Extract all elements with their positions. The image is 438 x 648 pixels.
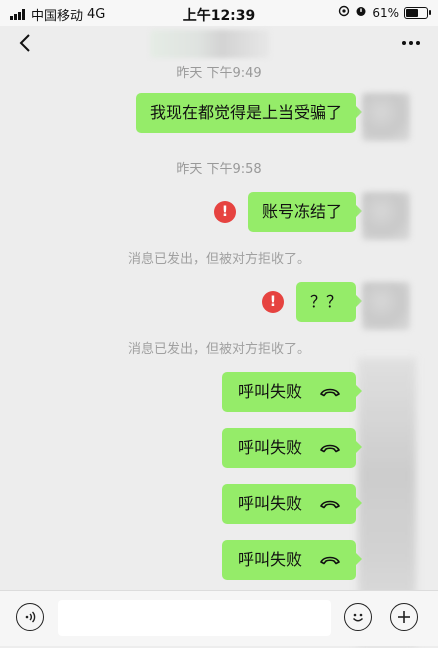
voice-icon <box>25 611 36 623</box>
phone-hangup-icon <box>320 388 340 397</box>
battery-icon <box>404 6 431 19</box>
voice-button[interactable] <box>16 603 44 631</box>
call-failed-bubble[interactable]: 呼叫失败 <box>221 372 363 412</box>
avatar[interactable] <box>362 282 410 330</box>
chat-area[interactable]: 昨天 下午9:49 我现在都觉得是上当受骗了 昨天 下午9:58 ! 账号冻结了… <box>0 58 438 648</box>
orientation-lock-icon <box>338 5 350 20</box>
call-status-label: 呼叫失败 <box>237 550 302 569</box>
status-bar: 中国移动 4G 上午12:39 61% <box>0 0 438 26</box>
rejected-notice: 消息已发出，但被对方拒收了。 <box>127 252 310 267</box>
message-bubble[interactable]: 账号冻结了 <box>247 192 363 232</box>
call-status-label: 呼叫失败 <box>237 438 302 457</box>
ellipsis-icon <box>402 41 420 45</box>
contact-name-blurred <box>150 30 270 58</box>
timestamp: 昨天 下午9:58 <box>176 162 262 177</box>
rejected-notice: 消息已发出，但被对方拒收了。 <box>127 342 310 357</box>
plus-button[interactable] <box>390 603 418 631</box>
send-failed-icon[interactable]: ! <box>213 201 236 223</box>
status-right: 61% <box>338 5 431 20</box>
call-failed-bubble[interactable]: 呼叫失败 <box>221 484 363 524</box>
alarm-icon <box>355 5 367 20</box>
call-row: 呼叫失败 <box>221 428 363 468</box>
message-input[interactable] <box>58 600 331 636</box>
timestamp: 昨天 下午9:49 <box>176 66 262 81</box>
call-row: 呼叫失败 <box>221 540 363 580</box>
message-bubble[interactable]: ？？ <box>295 282 363 322</box>
back-button[interactable] <box>18 32 32 60</box>
call-status-label: 呼叫失败 <box>237 382 302 401</box>
avatar[interactable] <box>362 192 410 240</box>
call-failed-bubble[interactable]: 呼叫失败 <box>221 540 363 580</box>
phone-hangup-icon <box>320 556 340 565</box>
emoji-icon <box>352 613 364 622</box>
emoji-button[interactable] <box>344 603 372 631</box>
message-row: 我现在都觉得是上当受骗了 <box>135 93 363 133</box>
avatar[interactable] <box>362 93 410 141</box>
message-bubble[interactable]: 我现在都觉得是上当受骗了 <box>135 93 363 133</box>
battery-percent: 61% <box>372 5 399 20</box>
message-row: ! ？？ <box>261 282 363 322</box>
input-bar <box>0 590 438 646</box>
phone-hangup-icon <box>320 500 340 509</box>
call-row: 呼叫失败 <box>221 372 363 412</box>
send-failed-icon[interactable]: ! <box>261 291 284 313</box>
more-button[interactable] <box>400 32 422 60</box>
phone-hangup-icon <box>320 444 340 453</box>
call-status-label: 呼叫失败 <box>237 494 302 513</box>
call-row: 呼叫失败 <box>221 484 363 524</box>
message-row: ! 账号冻结了 <box>213 192 363 232</box>
call-failed-bubble[interactable]: 呼叫失败 <box>221 428 363 468</box>
chevron-left-icon <box>19 34 30 52</box>
plus-icon <box>398 611 410 623</box>
